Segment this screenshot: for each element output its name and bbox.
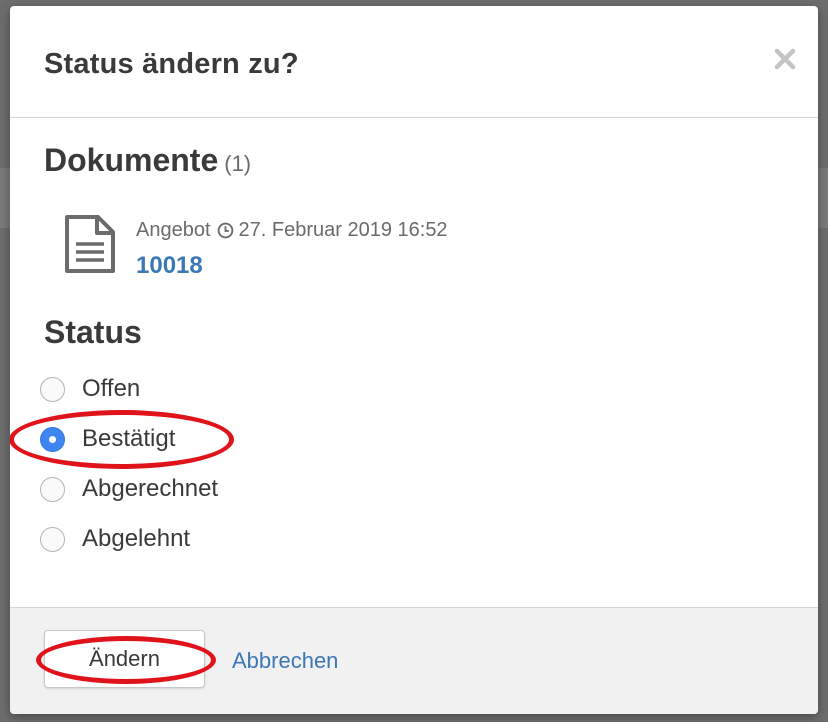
status-option-abgelehnt[interactable]: Abgelehnt xyxy=(40,525,190,553)
status-heading: Status xyxy=(44,314,142,350)
status-option-abgerechnet[interactable]: Abgerechnet xyxy=(40,475,218,503)
document-date: 27. Februar 2019 16:52 xyxy=(238,219,448,241)
document-type: Angebot xyxy=(136,219,211,241)
documents-count: (1) xyxy=(224,151,252,176)
close-icon[interactable] xyxy=(772,46,798,72)
status-change-modal: Status ändern zu? Dokumente (1) Angebot 2… xyxy=(10,6,818,714)
submit-button[interactable]: Ändern xyxy=(44,630,205,688)
status-option-label: Bestätigt xyxy=(82,425,176,452)
radio-abgelehnt[interactable] xyxy=(40,526,65,552)
radio-offen[interactable] xyxy=(40,376,65,402)
document-icon xyxy=(65,215,115,273)
radio-abgerechnet[interactable] xyxy=(40,476,65,502)
status-option-label: Abgerechnet xyxy=(82,475,219,502)
status-option-label: Offen xyxy=(82,375,141,402)
status-option-label: Abgelehnt xyxy=(82,525,191,552)
modal-title: Status ändern zu? xyxy=(44,48,299,80)
status-option-offen[interactable]: Offen xyxy=(40,375,140,403)
modal-header: Status ändern zu? xyxy=(10,6,818,118)
modal-footer: Ändern Abbrechen xyxy=(10,607,818,714)
document-meta: Angebot 27. Februar 2019 16:52 xyxy=(136,219,448,242)
documents-heading-label: Dokumente xyxy=(44,142,219,178)
documents-heading: Dokumente (1) xyxy=(44,142,251,179)
document-number-link[interactable]: 10018 xyxy=(136,252,203,280)
cancel-link[interactable]: Abbrechen xyxy=(232,648,338,674)
status-option-bestaetigt[interactable]: Bestätigt xyxy=(40,425,175,453)
clock-icon xyxy=(217,222,233,239)
radio-bestaetigt[interactable] xyxy=(40,426,65,452)
